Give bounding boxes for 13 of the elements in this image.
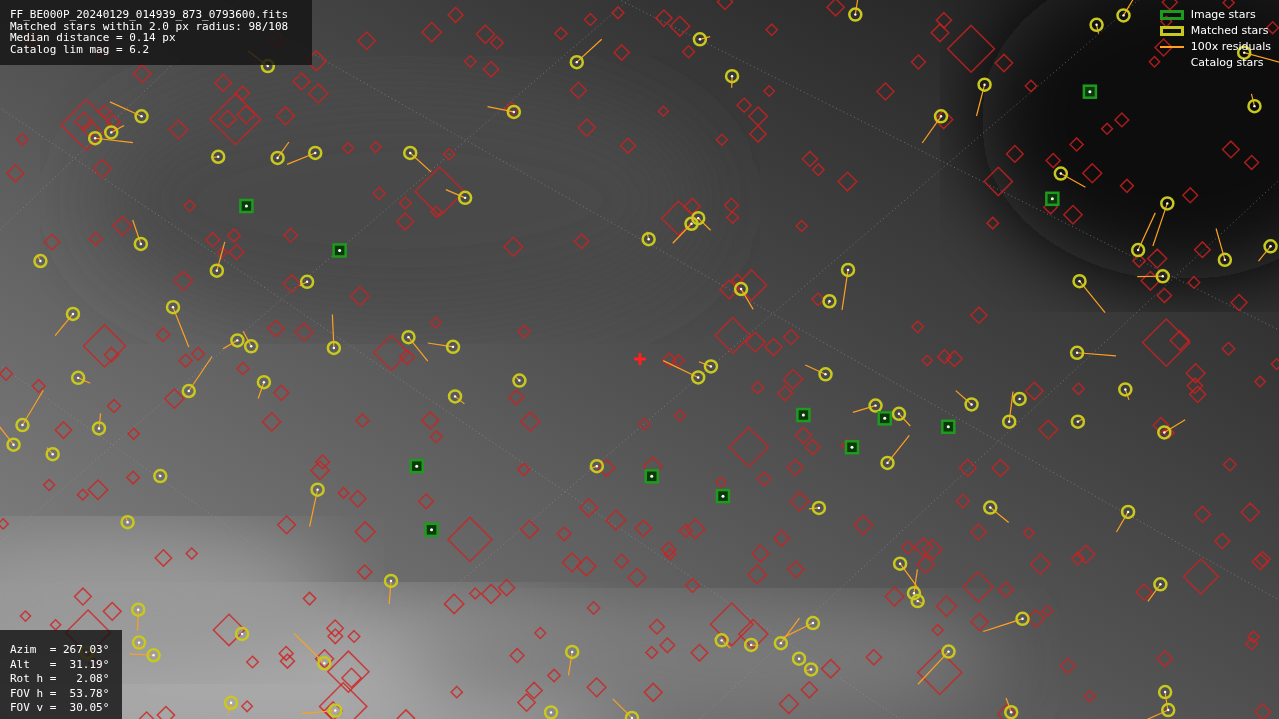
legend-label: Matched stars <box>1190 22 1269 39</box>
info-line: Median distance = 0.14 px <box>10 32 176 44</box>
pointing-line: Rot h = 2.08° <box>10 672 111 687</box>
legend-label: Catalog stars <box>1190 54 1264 71</box>
pointing-line: FOV v = 30.05° <box>10 701 111 716</box>
legend-label: Image stars <box>1190 6 1256 23</box>
pointing-line: FOV h = 53.78° <box>10 686 111 701</box>
pointing-line: Azim = 267.03° <box>10 643 111 658</box>
info-line: FF_BE000P_20240129_014939_873_0793600.fits <box>10 9 290 21</box>
pointing-line: Alt = 31.19° <box>10 657 111 672</box>
info-line: Catalog lim mag = 6.2 <box>10 43 151 55</box>
info-line: Matched stars within 2.0 px radius: 98/108 <box>10 20 290 32</box>
legend-label: 100x residuals <box>1190 38 1271 55</box>
